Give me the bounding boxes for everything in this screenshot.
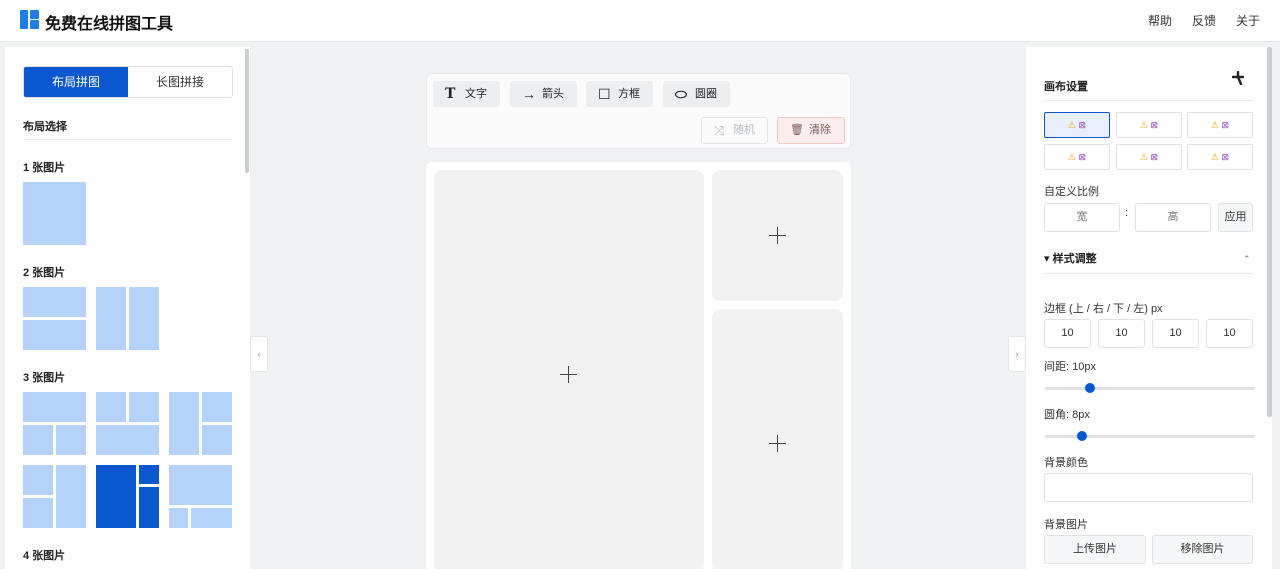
nav-feedback[interactable]: 反馈	[1192, 14, 1216, 28]
layout-thumb-3f[interactable]	[169, 465, 232, 528]
border-label: 边框 (上 / 右 / 下 / 左) px	[1044, 303, 1163, 315]
divider	[1044, 100, 1253, 101]
divider	[1044, 273, 1253, 274]
arrow-right-icon: →	[522, 86, 536, 102]
layout-thumb-2a[interactable]	[23, 287, 86, 350]
ratio-option-1[interactable]: ⚠ ⊠	[1044, 112, 1110, 138]
group-3-images: 3 张图片	[23, 372, 66, 384]
collapse-right-button[interactable]: ›	[1008, 336, 1026, 372]
upload-image-button[interactable]: 上传图片	[1044, 535, 1146, 564]
logo-icon	[20, 10, 39, 29]
nav-about[interactable]: 关于	[1236, 14, 1260, 28]
radius-slider[interactable]	[1045, 430, 1255, 442]
ratio-separator: :	[1125, 207, 1129, 219]
style-section-header[interactable]: ▾ 样式调整	[1044, 250, 1097, 266]
mode-tabs: 布局拼图 长图拼接	[23, 66, 233, 98]
group-2-images: 2 张图片	[23, 267, 66, 279]
ratio-option-4[interactable]: ⚠ ⊠	[1044, 144, 1110, 170]
spacing-label: 间距: 10px	[1044, 361, 1096, 373]
border-left-input[interactable]: 10	[1206, 319, 1253, 348]
layout-thumb-3c[interactable]	[169, 392, 232, 455]
slider-handle[interactable]	[1077, 431, 1087, 441]
bg-color-picker[interactable]	[1044, 473, 1253, 502]
clear-button[interactable]: 🗑 清除	[777, 117, 845, 144]
shuffle-icon: ⤨	[714, 123, 725, 138]
app-header: 免费在线拼图工具 帮助 反馈 关于	[0, 0, 1280, 42]
layout-section-title: 布局选择	[23, 121, 67, 133]
layout-thumb-2b[interactable]	[96, 287, 159, 350]
tab-long-stitch[interactable]: 长图拼接	[128, 67, 232, 97]
text-tool-button[interactable]: T 文字	[433, 81, 500, 107]
add-image-icon	[769, 227, 786, 244]
rect-tool-button[interactable]: ☐ 方框	[586, 81, 653, 107]
border-right-input[interactable]: 10	[1098, 319, 1145, 348]
trash-icon: 🗑	[790, 124, 804, 136]
ratio-option-2[interactable]: ⚠ ⊠	[1116, 112, 1182, 138]
add-image-icon	[769, 435, 786, 452]
layout-thumb-3e-selected[interactable]	[96, 465, 159, 528]
ratio-option-3[interactable]: ⚠ ⊠	[1187, 112, 1253, 138]
nav-help[interactable]: 帮助	[1148, 14, 1172, 28]
group-1-images: 1 张图片	[23, 162, 66, 174]
canvas-settings-title: 画布设置	[1044, 81, 1088, 93]
divider	[23, 139, 232, 140]
border-bottom-input[interactable]: 10	[1152, 319, 1199, 348]
layout-thumb-3b[interactable]	[96, 392, 159, 455]
app-title: 免费在线拼图工具	[45, 16, 174, 33]
top-nav: 帮助 反馈 关于	[1128, 12, 1260, 29]
layout-thumb-3a[interactable]	[23, 392, 86, 455]
circle-tool-button[interactable]: ⬭ 圆圈	[663, 81, 730, 107]
ratio-option-6[interactable]: ⚠ ⊠	[1187, 144, 1253, 170]
random-button[interactable]: ⤨ 随机	[701, 117, 768, 144]
layout-thumb-1a[interactable]	[23, 182, 86, 245]
chevron-up-icon[interactable]: ⌃	[1243, 254, 1251, 265]
left-scrollbar[interactable]	[245, 49, 249, 173]
ratio-option-5[interactable]: ⚠ ⊠	[1116, 144, 1182, 170]
image-slot-2[interactable]	[712, 170, 843, 301]
add-image-icon	[560, 366, 577, 383]
square-icon: ☐	[598, 86, 611, 102]
layout-panel: 布局拼图 长图拼接 布局选择 1 张图片 2 张图片 3 张图片 4 张图片	[5, 47, 250, 569]
bg-image-label: 背景图片	[1044, 519, 1088, 531]
image-slot-3[interactable]	[712, 309, 843, 569]
annotation-toolbar: T 文字 → 箭头 ☐ 方框 ⬭ 圆圈 ⤨ 随机 🗑 清除	[426, 73, 851, 149]
text-icon: T	[445, 86, 456, 102]
group-4-images: 4 张图片	[23, 550, 66, 562]
spacing-slider[interactable]	[1045, 382, 1255, 394]
collapse-left-button[interactable]: ‹	[250, 336, 268, 372]
custom-ratio-label: 自定义比例	[1044, 186, 1099, 198]
ratio-height-input[interactable]: 高	[1135, 203, 1211, 232]
layout-thumb-3d[interactable]	[23, 465, 86, 528]
slider-handle[interactable]	[1085, 383, 1095, 393]
ellipse-icon: ⬭	[675, 86, 687, 102]
collage-canvas	[426, 162, 851, 569]
ratio-width-input[interactable]: 宽	[1044, 203, 1120, 232]
border-top-input[interactable]: 10	[1044, 319, 1091, 348]
bg-color-label: 背景颜色	[1044, 457, 1088, 469]
radius-label: 圆角: 8px	[1044, 409, 1090, 421]
pin-icon[interactable]	[1231, 70, 1246, 88]
remove-image-button[interactable]: 移除图片	[1152, 535, 1253, 564]
right-scrollbar[interactable]	[1267, 47, 1272, 417]
settings-panel: 画布设置 ⚠ ⊠ ⚠ ⊠ ⚠ ⊠ ⚠ ⊠ ⚠ ⊠ ⚠ ⊠ 自定义比例 宽 : 高…	[1026, 47, 1272, 569]
apply-ratio-button[interactable]: 应用	[1218, 203, 1253, 232]
tab-layout-collage[interactable]: 布局拼图	[24, 67, 128, 97]
arrow-tool-button[interactable]: → 箭头	[510, 81, 577, 107]
image-slot-1[interactable]	[434, 170, 704, 569]
